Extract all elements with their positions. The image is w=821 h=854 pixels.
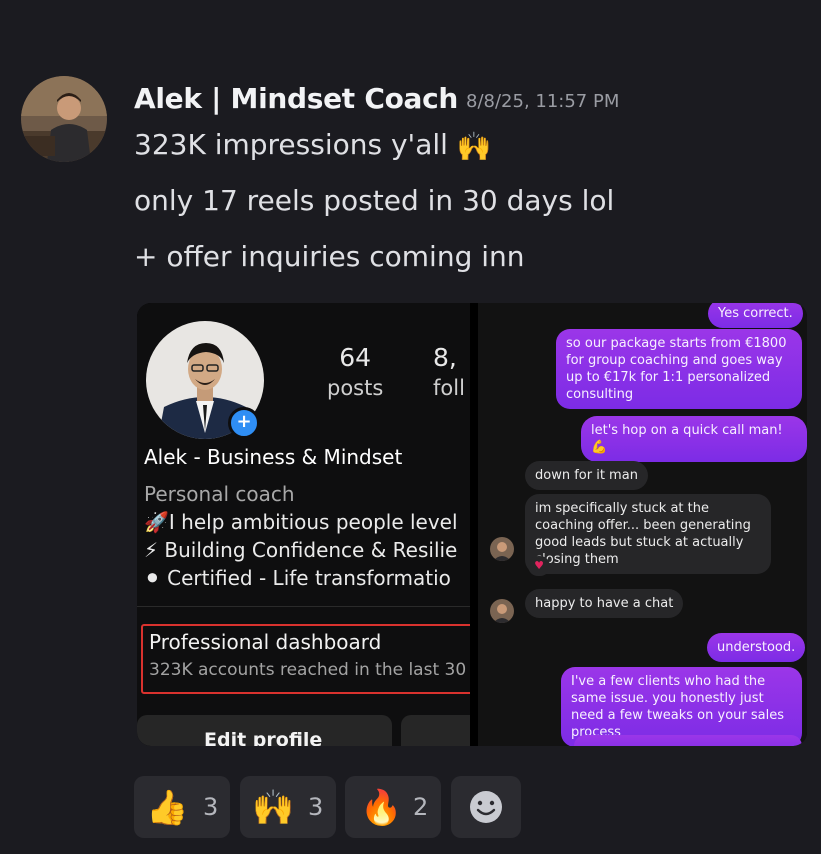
sender-avatar [490, 599, 514, 623]
profile-name: Alek - Business & Mindset [144, 445, 403, 469]
bio-line-2: ⚡ Building Confidence & Resilie [144, 538, 458, 562]
author-avatar[interactable] [21, 76, 107, 162]
chat-bubble-incoming: im specifically stuck at the coaching of… [525, 494, 771, 574]
chat-bubble-outgoing: Yes correct. [708, 303, 803, 328]
raising-hands-emoji: 🙌 [456, 130, 492, 163]
bio-line-1: 🚀I help ambitious people level [144, 510, 458, 534]
reaction-count: 3 [308, 793, 324, 821]
followers-stat: 8, foll [433, 343, 465, 400]
instagram-profile-screenshot: + 64 posts 8, foll Alek - Business & Min… [137, 303, 470, 746]
add-reaction-button[interactable] [451, 776, 521, 838]
dm-chat-screenshot: Yes correct. so our package starts from … [478, 303, 807, 746]
image-attachment[interactable]: + 64 posts 8, foll Alek - Business & Min… [137, 303, 807, 746]
message-line-3: + offer inquiries coming inn [134, 240, 525, 273]
heart-reaction-icon: ♥ [528, 556, 550, 576]
profile-category: Personal coach [144, 482, 295, 506]
thumbs-up-emoji: 👍 [146, 788, 189, 828]
message-line-2: only 17 reels posted in 30 days lol [134, 184, 615, 217]
chat-bubble-outgoing: understood. [707, 633, 806, 662]
posts-stat: 64 posts [327, 343, 384, 400]
fire-emoji: 🔥 [360, 788, 403, 828]
reaction-count: 2 [413, 793, 429, 821]
reaction-count: 3 [203, 793, 219, 821]
smiley-face-icon [470, 791, 502, 823]
message-timestamp: 8/8/25, 11:57 PM [466, 91, 620, 112]
bio-line-3: ⚫ Certified - Life transformatio [144, 566, 451, 590]
chat-bubble-outgoing-partial [574, 735, 802, 746]
chat-bubble-outgoing: let's hop on a quick call man! 💪 [581, 416, 807, 462]
divider [137, 606, 470, 607]
author-name[interactable]: Alek | Mindset Coach [134, 82, 458, 115]
edit-profile-label: Edit profile [204, 729, 323, 746]
message-line-1: 323K impressions y'all 🙌 [134, 128, 492, 163]
chat-bubble-incoming: happy to have a chat [525, 589, 684, 618]
raising-hands-emoji: 🙌 [252, 788, 295, 828]
chat-bubble-outgoing: so our package starts from €1800 for gro… [556, 329, 802, 409]
add-story-icon: + [228, 407, 260, 439]
sender-avatar [490, 537, 514, 561]
share-profile-button [401, 715, 470, 746]
chat-bubble-incoming: down for it man [525, 461, 648, 490]
dashboard-subtitle: 323K accounts reached in the last 30 [149, 660, 467, 680]
dashboard-title: Professional dashboard [149, 630, 382, 654]
